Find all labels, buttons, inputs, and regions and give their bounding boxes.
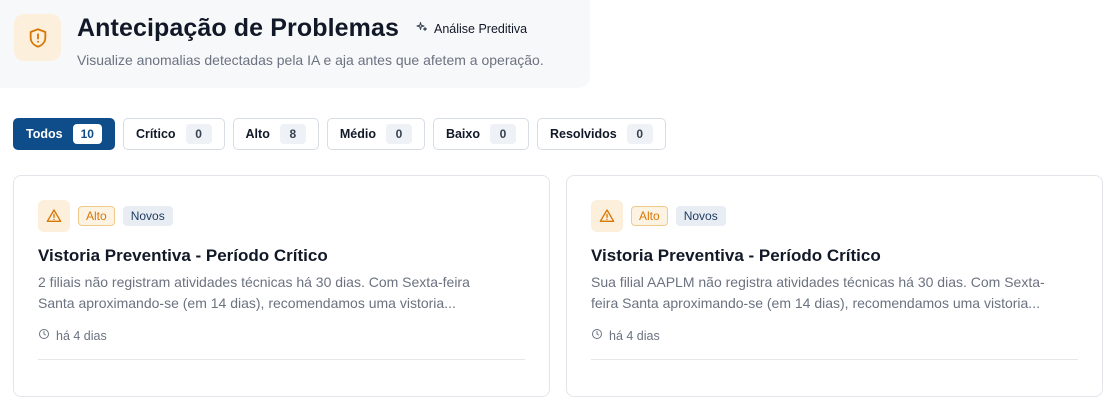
card-divider: [38, 359, 525, 360]
page-title: Antecipação de Problemas: [77, 14, 399, 42]
clock-icon: [591, 328, 603, 343]
anomaly-card[interactable]: Alto Novos Vistoria Preventiva - Período…: [566, 175, 1103, 397]
filter-bar: Todos 10 Crítico 0 Alto 8 Médio 0 Baixo …: [13, 118, 666, 150]
warning-icon: [38, 200, 70, 232]
filter-baixo[interactable]: Baixo 0: [432, 118, 529, 150]
card-badges: Alto Novos: [38, 200, 173, 232]
severity-badge: Alto: [631, 206, 668, 226]
filter-count: 8: [279, 124, 306, 144]
status-badge: Novos: [675, 206, 726, 226]
card-description: 2 filiais não registram atividades técni…: [38, 274, 470, 311]
card-title: Vistoria Preventiva - Período Crítico: [38, 246, 328, 265]
sparkles-icon: [416, 21, 428, 36]
filter-count: 0: [626, 124, 653, 144]
severity-badge: Alto: [78, 206, 115, 226]
card-time-label: há 4 dias: [56, 328, 107, 343]
filter-alto[interactable]: Alto 8: [232, 118, 319, 150]
card-time-label: há 4 dias: [609, 328, 660, 343]
predictive-analysis-label: Análise Preditiva: [434, 21, 528, 36]
filter-count: 0: [490, 124, 516, 144]
page-header: Antecipação de Problemas Análise Prediti…: [0, 0, 590, 88]
anomaly-card[interactable]: Alto Novos Vistoria Preventiva - Período…: [13, 175, 550, 397]
clock-icon: [38, 328, 50, 343]
card-divider: [591, 359, 1078, 360]
filter-resolvidos[interactable]: Resolvidos 0: [537, 118, 666, 150]
filter-medio[interactable]: Médio 0: [326, 118, 425, 150]
card-badges: Alto Novos: [591, 200, 726, 232]
filter-label: Crítico: [135, 127, 176, 141]
filter-label: Médio: [339, 127, 376, 141]
warning-icon: [591, 200, 623, 232]
filter-critico[interactable]: Crítico 0: [122, 118, 225, 150]
filter-label: Resolvidos: [550, 127, 617, 141]
card-timestamp: há 4 dias: [38, 328, 107, 343]
filter-label: Alto: [245, 127, 270, 141]
filter-label: Baixo: [445, 127, 480, 141]
card-description: Sua filial AAPLM não registra atividades…: [591, 274, 1045, 311]
filter-count: 0: [385, 124, 412, 144]
filter-label: Todos: [26, 127, 63, 141]
status-badge: Novos: [122, 206, 173, 226]
filter-todos[interactable]: Todos 10: [13, 118, 115, 150]
card-timestamp: há 4 dias: [591, 328, 660, 343]
page-subtitle: Visualize anomalias detectadas pela IA e…: [77, 52, 544, 68]
filter-count: 10: [72, 124, 102, 144]
card-title: Vistoria Preventiva - Período Crítico: [591, 246, 881, 265]
shield-alert-icon: [14, 14, 61, 61]
filter-count: 0: [185, 124, 212, 144]
predictive-analysis-badge: Análise Preditiva: [416, 21, 527, 36]
